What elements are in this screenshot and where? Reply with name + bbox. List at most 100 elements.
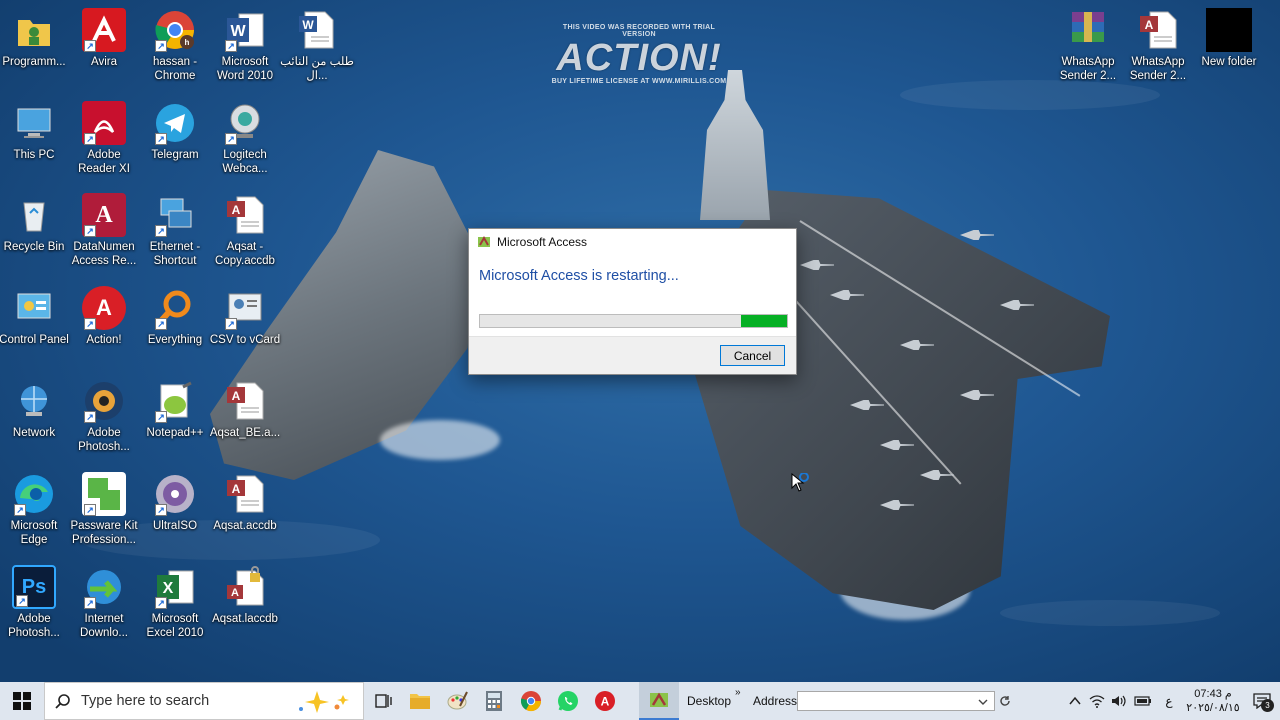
computer-icon: [12, 101, 56, 145]
desktop-icon-label: Everything: [147, 334, 203, 346]
edge-icon: ↗: [12, 472, 56, 516]
taskbar-calculator[interactable]: [475, 682, 512, 720]
desktop-icon-notepadpp[interactable]: ↗ Notepad++: [138, 379, 212, 440]
desktop-icon-label: Adobe Reader XI: [78, 149, 130, 175]
toolbar-overflow-chevron[interactable]: »: [735, 687, 753, 698]
desktop-icon-telegram[interactable]: ↗ Telegram: [138, 101, 212, 162]
desktop-icon-label: Programm...: [2, 56, 66, 68]
desktop-icon-avira[interactable]: ↗ Avira: [67, 8, 141, 69]
desktop-icon-word[interactable]: W ↗ Microsoft Word 2010: [208, 8, 282, 83]
address-input[interactable]: [797, 691, 995, 711]
task-view-icon: [374, 694, 392, 708]
desktop-icon-arabic-doc[interactable]: W طلب من النائب ال...: [280, 8, 354, 83]
desktop-icon-aqsat-copy[interactable]: A Aqsat - Copy.accdb: [208, 193, 282, 268]
desktop-icon-edge[interactable]: ↗ Microsoft Edge: [0, 472, 71, 547]
desktop-icon-excel[interactable]: X ↗ Microsoft Excel 2010: [138, 565, 212, 640]
access-file-icon: A: [223, 379, 267, 423]
address-toolbar-label: Address: [753, 694, 798, 708]
desktop-icon-whatsapp-sender-rar[interactable]: WhatsApp Sender 2...: [1051, 8, 1125, 83]
start-button[interactable]: [0, 682, 44, 720]
desktop-icon-chrome[interactable]: h ↗ hassan - Chrome: [138, 8, 212, 83]
passware-icon: ↗: [82, 472, 126, 516]
search-icon: [55, 694, 70, 709]
taskbar-access[interactable]: [639, 682, 679, 720]
desktop-icon-label: hassan - Chrome: [152, 56, 198, 82]
photoshop-icon: Ps ↗: [12, 565, 56, 609]
desktop-icon-label: Internet Downlo...: [80, 613, 128, 639]
task-view-button[interactable]: [364, 682, 401, 720]
recycle-bin-icon: [12, 193, 56, 237]
desktop-icon-aqsat-laccdb[interactable]: A Aqsat.laccdb: [208, 565, 282, 626]
desktop-icon-label: Adobe Photosh...: [8, 613, 60, 639]
svg-text:W: W: [230, 23, 246, 40]
battery-button[interactable]: [1130, 682, 1156, 720]
desktop-icon-aqsat-accdb[interactable]: A Aqsat.accdb: [208, 472, 282, 533]
desktop-icon-everything[interactable]: ↗ Everything: [138, 286, 212, 347]
desktop-icon-recycle-bin[interactable]: Recycle Bin: [0, 193, 71, 254]
desktop-icon-aqsat-be[interactable]: A Aqsat_BE.a...: [208, 379, 282, 440]
desktop-icon-ultraiso[interactable]: ↗ UltraISO: [138, 472, 212, 533]
svg-text:A: A: [600, 695, 609, 709]
desktop-icon-new-folder[interactable]: New folder: [1192, 8, 1266, 69]
taskbar-file-explorer[interactable]: [401, 682, 438, 720]
dialog-footer: Cancel: [469, 336, 796, 374]
everything-search-icon: ↗: [153, 286, 197, 330]
folder-user-icon: [12, 8, 56, 52]
taskbar-action[interactable]: A: [586, 682, 623, 720]
word-document-icon: W: [295, 8, 339, 52]
show-hidden-icons-button[interactable]: [1064, 682, 1086, 720]
webcam-icon: ↗: [223, 101, 267, 145]
desktop-icon-label: Microsoft Word 2010: [216, 56, 274, 82]
clock[interactable]: 07:43 م ٢٠٢٥/٠٨/١٥: [1182, 687, 1244, 715]
desktop-icon-photoshop-old[interactable]: ↗ Adobe Photosh...: [67, 379, 141, 454]
desktop-icon-label: Logitech Webca...: [222, 149, 268, 175]
desktop-icon-label: Microsoft Edge: [10, 520, 58, 546]
svg-text:A: A: [232, 482, 241, 496]
cancel-button[interactable]: Cancel: [720, 345, 785, 366]
desktop-icon-this-pc[interactable]: This PC: [0, 101, 71, 162]
taskbar-chrome[interactable]: [512, 682, 549, 720]
desktop-icon-network[interactable]: Network: [0, 379, 71, 440]
desktop-icon-programm[interactable]: Programm...: [0, 8, 71, 69]
svg-text:A: A: [1145, 18, 1154, 32]
desktop-toolbar-label[interactable]: Desktop: [687, 694, 735, 708]
taskbar-paint[interactable]: [438, 682, 475, 720]
carrier-island: [700, 70, 770, 220]
desktop-icon-control-panel[interactable]: Control Panel: [0, 286, 71, 347]
desktop-icon-label: Notepad++: [146, 427, 204, 439]
datanumen-icon: A ↗: [82, 193, 126, 237]
taskbar-whatsapp[interactable]: [549, 682, 586, 720]
desktop-icon-adobe-reader[interactable]: ↗ Adobe Reader XI: [67, 101, 141, 176]
volume-button[interactable]: [1108, 682, 1130, 720]
address-go-button[interactable]: [995, 682, 1015, 720]
desktop-icon-csv-vcard[interactable]: ↗ CSV to vCard: [208, 286, 282, 347]
desktop-icon-action[interactable]: A ↗ Action!: [67, 286, 141, 347]
taskbar-search-box[interactable]: Type here to search: [44, 682, 364, 720]
dialog-titlebar[interactable]: Microsoft Access: [469, 229, 796, 255]
wifi-icon: [1089, 695, 1105, 708]
input-language-indicator[interactable]: ع: [1156, 694, 1182, 708]
desktop-icon-label: DataNumen Access Re...: [71, 241, 137, 267]
chevron-down-icon[interactable]: [978, 697, 988, 707]
access-file-icon: A: [223, 472, 267, 516]
desktop-icon-datanumen[interactable]: A ↗ DataNumen Access Re...: [67, 193, 141, 268]
notepadpp-icon: ↗: [153, 379, 197, 423]
desktop-icon-photoshop[interactable]: Ps ↗ Adobe Photosh...: [0, 565, 71, 640]
desktop-icon-idm[interactable]: ↗ Internet Downlo...: [67, 565, 141, 640]
desktop-icon-whatsapp-sender-accdb[interactable]: A WhatsApp Sender 2...: [1121, 8, 1195, 83]
access-lock-file-icon: A: [223, 565, 267, 609]
access-file-icon: A: [1136, 8, 1180, 52]
notification-center-button[interactable]: 3: [1244, 682, 1280, 720]
black-folder-icon: [1206, 8, 1252, 52]
speaker-icon: [1112, 695, 1126, 707]
paint-icon: [447, 691, 468, 710]
chrome-icon: [520, 691, 541, 712]
wifi-button[interactable]: [1086, 682, 1108, 720]
desktop-icon-label: Passware Kit Profession...: [70, 520, 138, 546]
action-recorder-icon: A: [594, 691, 615, 711]
desktop-icon-logitech[interactable]: ↗ Logitech Webca...: [208, 101, 282, 176]
desktop-icon-passware[interactable]: ↗ Passware Kit Profession...: [67, 472, 141, 547]
desktop-icon-ethernet[interactable]: ↗ Ethernet - Shortcut: [138, 193, 212, 268]
desktop-icon-label: Microsoft Excel 2010: [146, 613, 204, 639]
desktop-icon-label: Control Panel: [0, 334, 69, 346]
